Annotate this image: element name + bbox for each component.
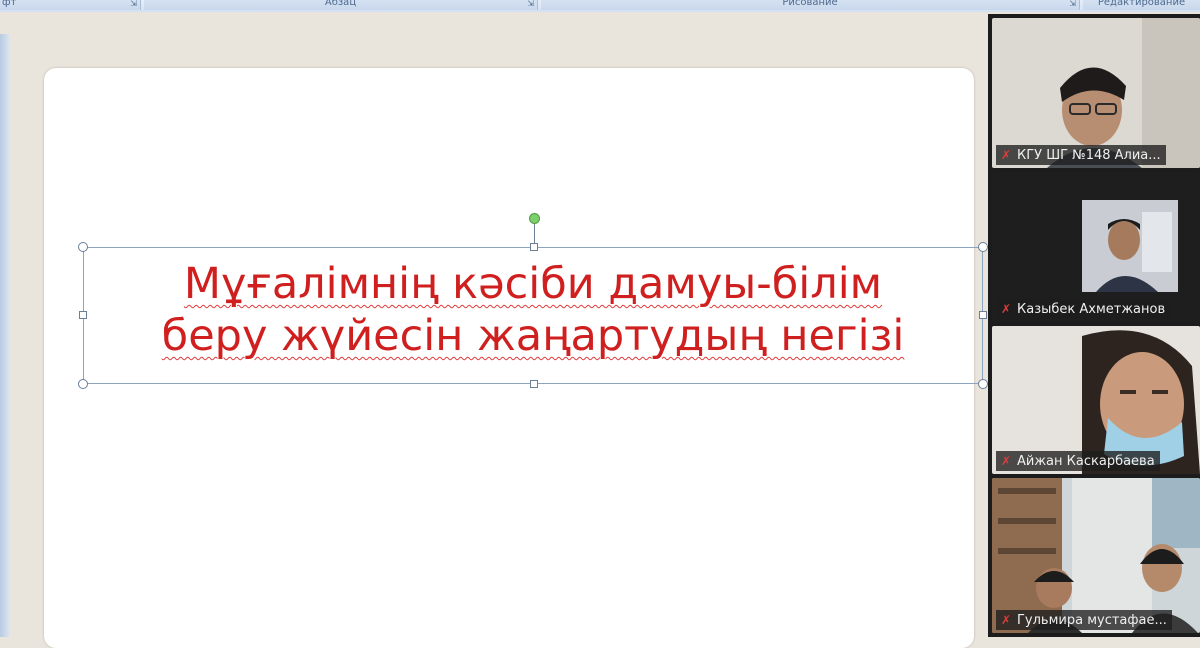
ribbon-group-paragraph: Абзац ⇲: [144, 0, 538, 10]
resize-handle-bottom-right[interactable]: [978, 379, 988, 389]
slide-pane-edge: [0, 34, 10, 637]
slide-title-line-1: Мұғалімнің кәсіби дамуы-білім: [183, 259, 883, 309]
slide-title-line-2: беру жүйесін жаңартудың негізі: [161, 311, 905, 361]
ribbon-group-editing: Редактирование: [1083, 0, 1200, 10]
rotate-handle-stem: [534, 224, 535, 244]
rotate-handle[interactable]: [529, 213, 540, 224]
participant-name-tag: ✗ Айжан Каскарбаева: [996, 451, 1160, 471]
resize-handle-bottom-left[interactable]: [78, 379, 88, 389]
participant-name: Казыбек Ахметжанов: [1017, 302, 1166, 317]
mic-muted-icon: ✗: [1000, 454, 1012, 468]
slide-title[interactable]: Мұғалімнің кәсіби дамуы-білім беру жүйес…: [83, 258, 983, 362]
participant-name-tag: ✗ КГУ ШГ №148 Алиа...: [996, 145, 1166, 165]
participant-tile[interactable]: ✗ Гульмира мустафае...: [992, 478, 1200, 633]
participant-name: Гульмира мустафае...: [1017, 613, 1167, 628]
participant-tile[interactable]: ✗ Казыбек Ахметжанов: [992, 172, 1200, 322]
participant-name: Айжан Каскарбаева: [1017, 454, 1155, 469]
video-participants-panel: ✗ КГУ ШГ №148 Алиа... ✗ Казыбек Ахметжанов…: [988, 14, 1200, 637]
mic-muted-icon: ✗: [1000, 613, 1012, 627]
font-dialog-launcher-icon[interactable]: ⇲: [130, 0, 137, 10]
participant-name-tag: ✗ Гульмира мустафае...: [996, 610, 1172, 630]
ribbon-group-drawing: Рисование ⇲: [541, 0, 1080, 10]
ribbon-group-paragraph-label: Абзац: [324, 0, 357, 8]
resize-handle-top-left[interactable]: [78, 242, 88, 252]
participant-tile[interactable]: ✗ КГУ ШГ №148 Алиа...: [992, 18, 1200, 168]
drawing-dialog-launcher-icon[interactable]: ⇲: [1069, 0, 1076, 10]
paragraph-dialog-launcher-icon[interactable]: ⇲: [527, 0, 534, 10]
resize-handle-top[interactable]: [530, 243, 538, 251]
mic-muted-icon: ✗: [1000, 302, 1012, 316]
mic-muted-icon: ✗: [1000, 148, 1012, 162]
ribbon-group-editing-label: Редактирование: [1097, 0, 1186, 8]
participant-tile[interactable]: ✗ Айжан Каскарбаева: [992, 326, 1200, 474]
resize-handle-bottom[interactable]: [530, 380, 538, 388]
ribbon-group-font-label: фт: [2, 0, 17, 8]
participant-name: КГУ ШГ №148 Алиа...: [1017, 148, 1161, 163]
ribbon-group-drawing-label: Рисование: [782, 0, 838, 8]
ribbon-group-font: фт ⇲: [0, 0, 141, 10]
resize-handle-top-right[interactable]: [978, 242, 988, 252]
participant-name-tag: ✗ Казыбек Ахметжанов: [996, 299, 1171, 319]
